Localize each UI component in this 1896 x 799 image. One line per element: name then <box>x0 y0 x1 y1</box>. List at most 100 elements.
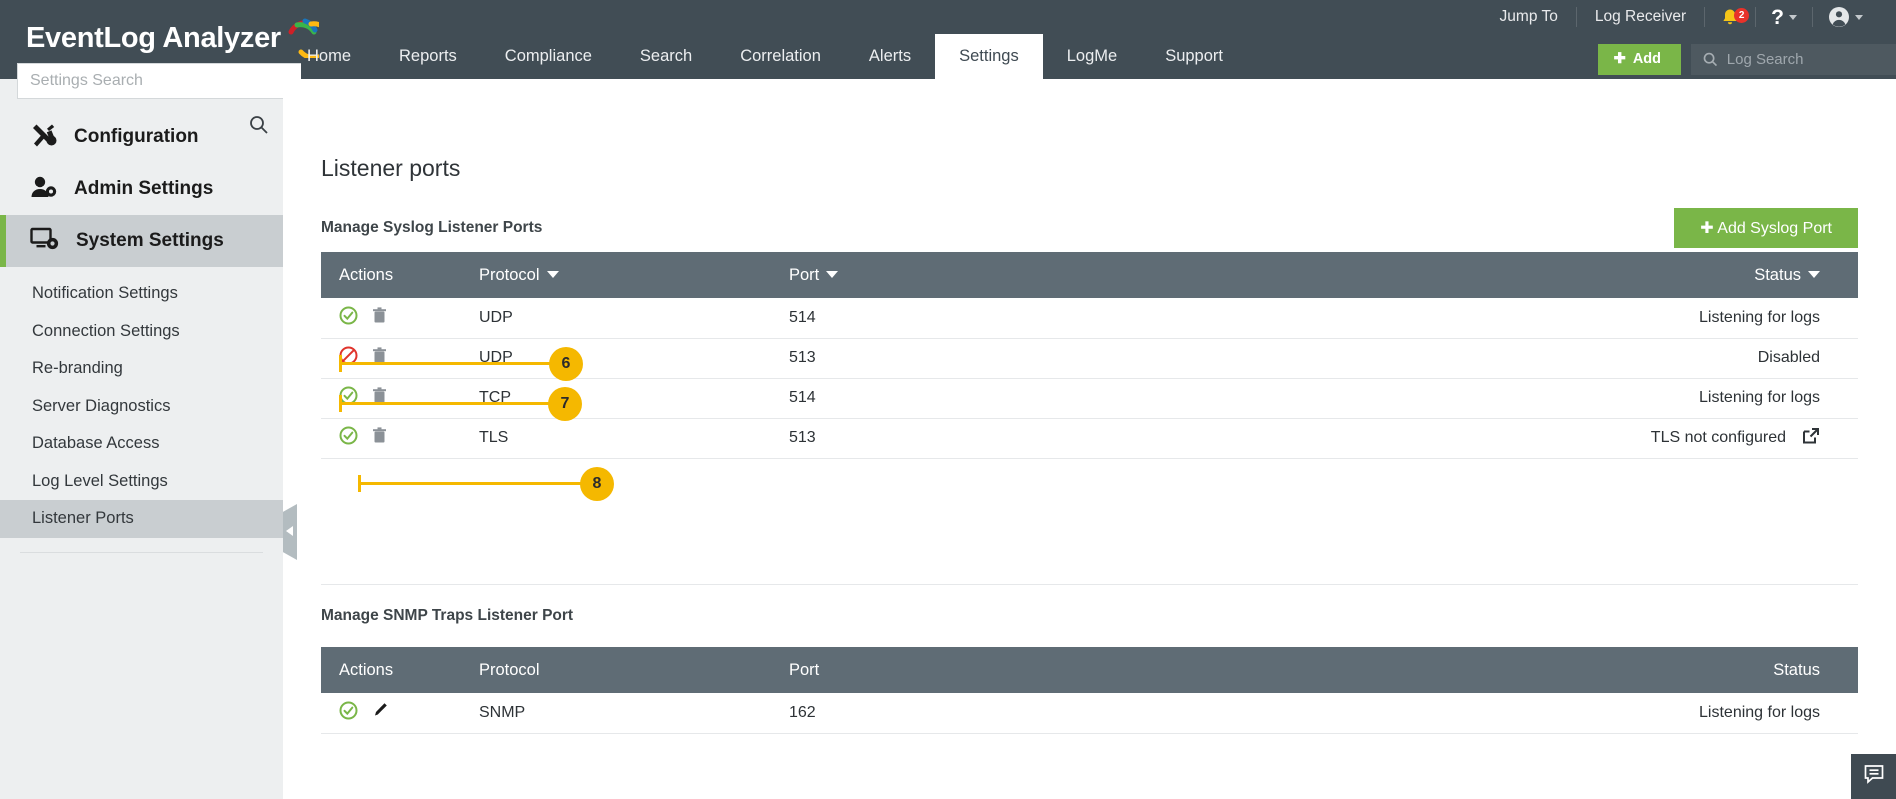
column-header-actions: Actions <box>321 647 461 693</box>
check-circle-icon[interactable] <box>339 426 358 450</box>
check-circle-icon[interactable] <box>339 306 358 330</box>
chevron-down-icon <box>1855 15 1863 20</box>
syslog-section: Manage Syslog Listener Ports ✚ Add Syslo… <box>321 204 1858 459</box>
add-syslog-port-label: Add Syslog Port <box>1717 220 1832 237</box>
column-header-port[interactable]: Port <box>771 252 1146 298</box>
cell-port: 513 <box>771 418 1146 458</box>
tab-settings[interactable]: Settings <box>935 34 1043 79</box>
column-header-protocol: Protocol <box>461 647 771 693</box>
tab-correlation[interactable]: Correlation <box>716 34 845 79</box>
cell-protocol: UDP <box>461 338 771 378</box>
column-header-port: Port <box>771 647 1146 693</box>
page-title: Listener ports <box>321 155 460 182</box>
table-row[interactable]: UDP 513 Disabled <box>321 338 1858 378</box>
sidebar-divider <box>20 552 263 553</box>
status-text: Disabled <box>1758 349 1820 367</box>
table-header-row: Actions Protocol Port Status <box>321 252 1858 298</box>
snmp-ports-table: Actions Protocol Port Status <box>321 647 1858 734</box>
external-link-icon[interactable] <box>1802 427 1820 450</box>
settings-search-input[interactable] <box>18 64 301 98</box>
sidebar-item-listener-ports[interactable]: Listener Ports <box>0 500 283 538</box>
sidebar-collapse-handle[interactable] <box>283 504 297 560</box>
chevron-down-icon <box>1789 15 1797 20</box>
sidebar-group-label: Admin Settings <box>74 178 213 200</box>
user-menu-button[interactable] <box>1813 6 1878 28</box>
snmp-section-title: Manage SNMP Traps Listener Port <box>321 607 573 625</box>
chat-support-button[interactable] <box>1851 754 1896 799</box>
column-header-status[interactable]: Status <box>1146 252 1858 298</box>
check-circle-icon[interactable] <box>339 386 358 410</box>
sidebar-group-configuration[interactable]: Configuration <box>0 111 283 163</box>
add-button[interactable]: ✚ Add <box>1598 44 1681 75</box>
sidebar-item-connection-settings[interactable]: Connection Settings <box>0 313 283 351</box>
sidebar-item-server-diagnostics[interactable]: Server Diagnostics <box>0 388 283 426</box>
syslog-section-title: Manage Syslog Listener Ports <box>321 219 542 237</box>
cell-port: 514 <box>771 298 1146 338</box>
tab-support[interactable]: Support <box>1141 34 1247 79</box>
tab-compliance[interactable]: Compliance <box>481 34 616 79</box>
cell-protocol: UDP <box>461 298 771 338</box>
table-row[interactable]: TCP 514 Listening for logs <box>321 378 1858 418</box>
plus-icon: ✚ <box>1700 220 1713 237</box>
cell-status: Listening for logs <box>1146 378 1858 418</box>
tab-alerts[interactable]: Alerts <box>845 34 935 79</box>
cell-status: Listening for logs <box>1146 693 1858 733</box>
user-gear-icon <box>30 174 58 205</box>
notification-badge: 2 <box>1734 8 1749 23</box>
log-receiver-link[interactable]: Log Receiver <box>1577 8 1704 26</box>
pencil-icon[interactable] <box>372 702 388 723</box>
sidebar-group-admin-settings[interactable]: Admin Settings <box>0 163 283 215</box>
cell-status: Disabled <box>1146 338 1858 378</box>
trash-icon[interactable] <box>372 347 387 369</box>
syslog-section-header: Manage Syslog Listener Ports ✚ Add Syslo… <box>321 204 1858 252</box>
tab-logme[interactable]: LogMe <box>1043 34 1141 79</box>
sidebar-item-database-access[interactable]: Database Access <box>0 425 283 463</box>
chevron-left-icon <box>286 523 294 541</box>
row-actions <box>321 693 461 733</box>
column-header-actions: Actions <box>321 252 461 298</box>
trash-icon[interactable] <box>372 307 387 329</box>
add-button-label: Add <box>1633 51 1661 67</box>
jump-to-link[interactable]: Jump To <box>1482 8 1576 26</box>
plus-icon: ✚ <box>1614 51 1626 67</box>
snmp-section: Manage SNMP Traps Listener Port Actions … <box>321 584 1858 734</box>
table-row[interactable]: TLS 513 TLS not configured <box>321 418 1858 458</box>
status-text: Listening for logs <box>1699 389 1820 407</box>
trash-icon[interactable] <box>372 427 387 449</box>
main-nav-tabs: Home Reports Compliance Search Correlati… <box>283 34 1247 79</box>
annotation-cap <box>358 475 361 492</box>
tab-search[interactable]: Search <box>616 34 716 79</box>
table-row[interactable]: SNMP 162 Listening for logs <box>321 693 1858 733</box>
column-header-protocol[interactable]: Protocol <box>461 252 771 298</box>
sidebar-item-re-branding[interactable]: Re-branding <box>0 350 283 388</box>
cell-status: Listening for logs <box>1146 298 1858 338</box>
add-syslog-port-button[interactable]: ✚ Add Syslog Port <box>1674 208 1858 248</box>
table-row[interactable]: UDP 514 Listening for logs <box>321 298 1858 338</box>
question-mark-icon: ? <box>1771 7 1784 28</box>
sort-caret-icon[interactable] <box>1808 271 1820 278</box>
notifications-button[interactable]: 2 <box>1705 7 1755 28</box>
sidebar-group-system-settings[interactable]: System Settings <box>0 215 283 267</box>
brand-logo[interactable]: EventLog Analyzer <box>26 18 319 58</box>
sidebar-group-label: System Settings <box>76 230 224 252</box>
help-menu-button[interactable]: ? <box>1756 7 1812 28</box>
user-avatar-icon <box>1828 6 1850 28</box>
log-search-input[interactable] <box>1727 51 1884 68</box>
sidebar-item-notification-settings[interactable]: Notification Settings <box>0 275 283 313</box>
sidebar-item-log-level-settings[interactable]: Log Level Settings <box>0 463 283 501</box>
cell-protocol: TLS <box>461 418 771 458</box>
row-actions <box>321 338 461 378</box>
row-actions <box>321 378 461 418</box>
check-circle-icon[interactable] <box>339 701 358 725</box>
trash-icon[interactable] <box>372 387 387 409</box>
sort-caret-icon[interactable] <box>826 271 838 278</box>
log-search-box[interactable] <box>1691 44 1896 75</box>
sidebar-group-label: Configuration <box>74 126 199 148</box>
settings-search-box[interactable] <box>17 63 301 99</box>
chat-bubble-icon <box>1863 763 1885 790</box>
block-circle-icon[interactable] <box>339 346 358 370</box>
cell-port: 513 <box>771 338 1146 378</box>
cell-protocol: SNMP <box>461 693 771 733</box>
tab-reports[interactable]: Reports <box>375 34 481 79</box>
sort-caret-icon[interactable] <box>547 271 559 278</box>
